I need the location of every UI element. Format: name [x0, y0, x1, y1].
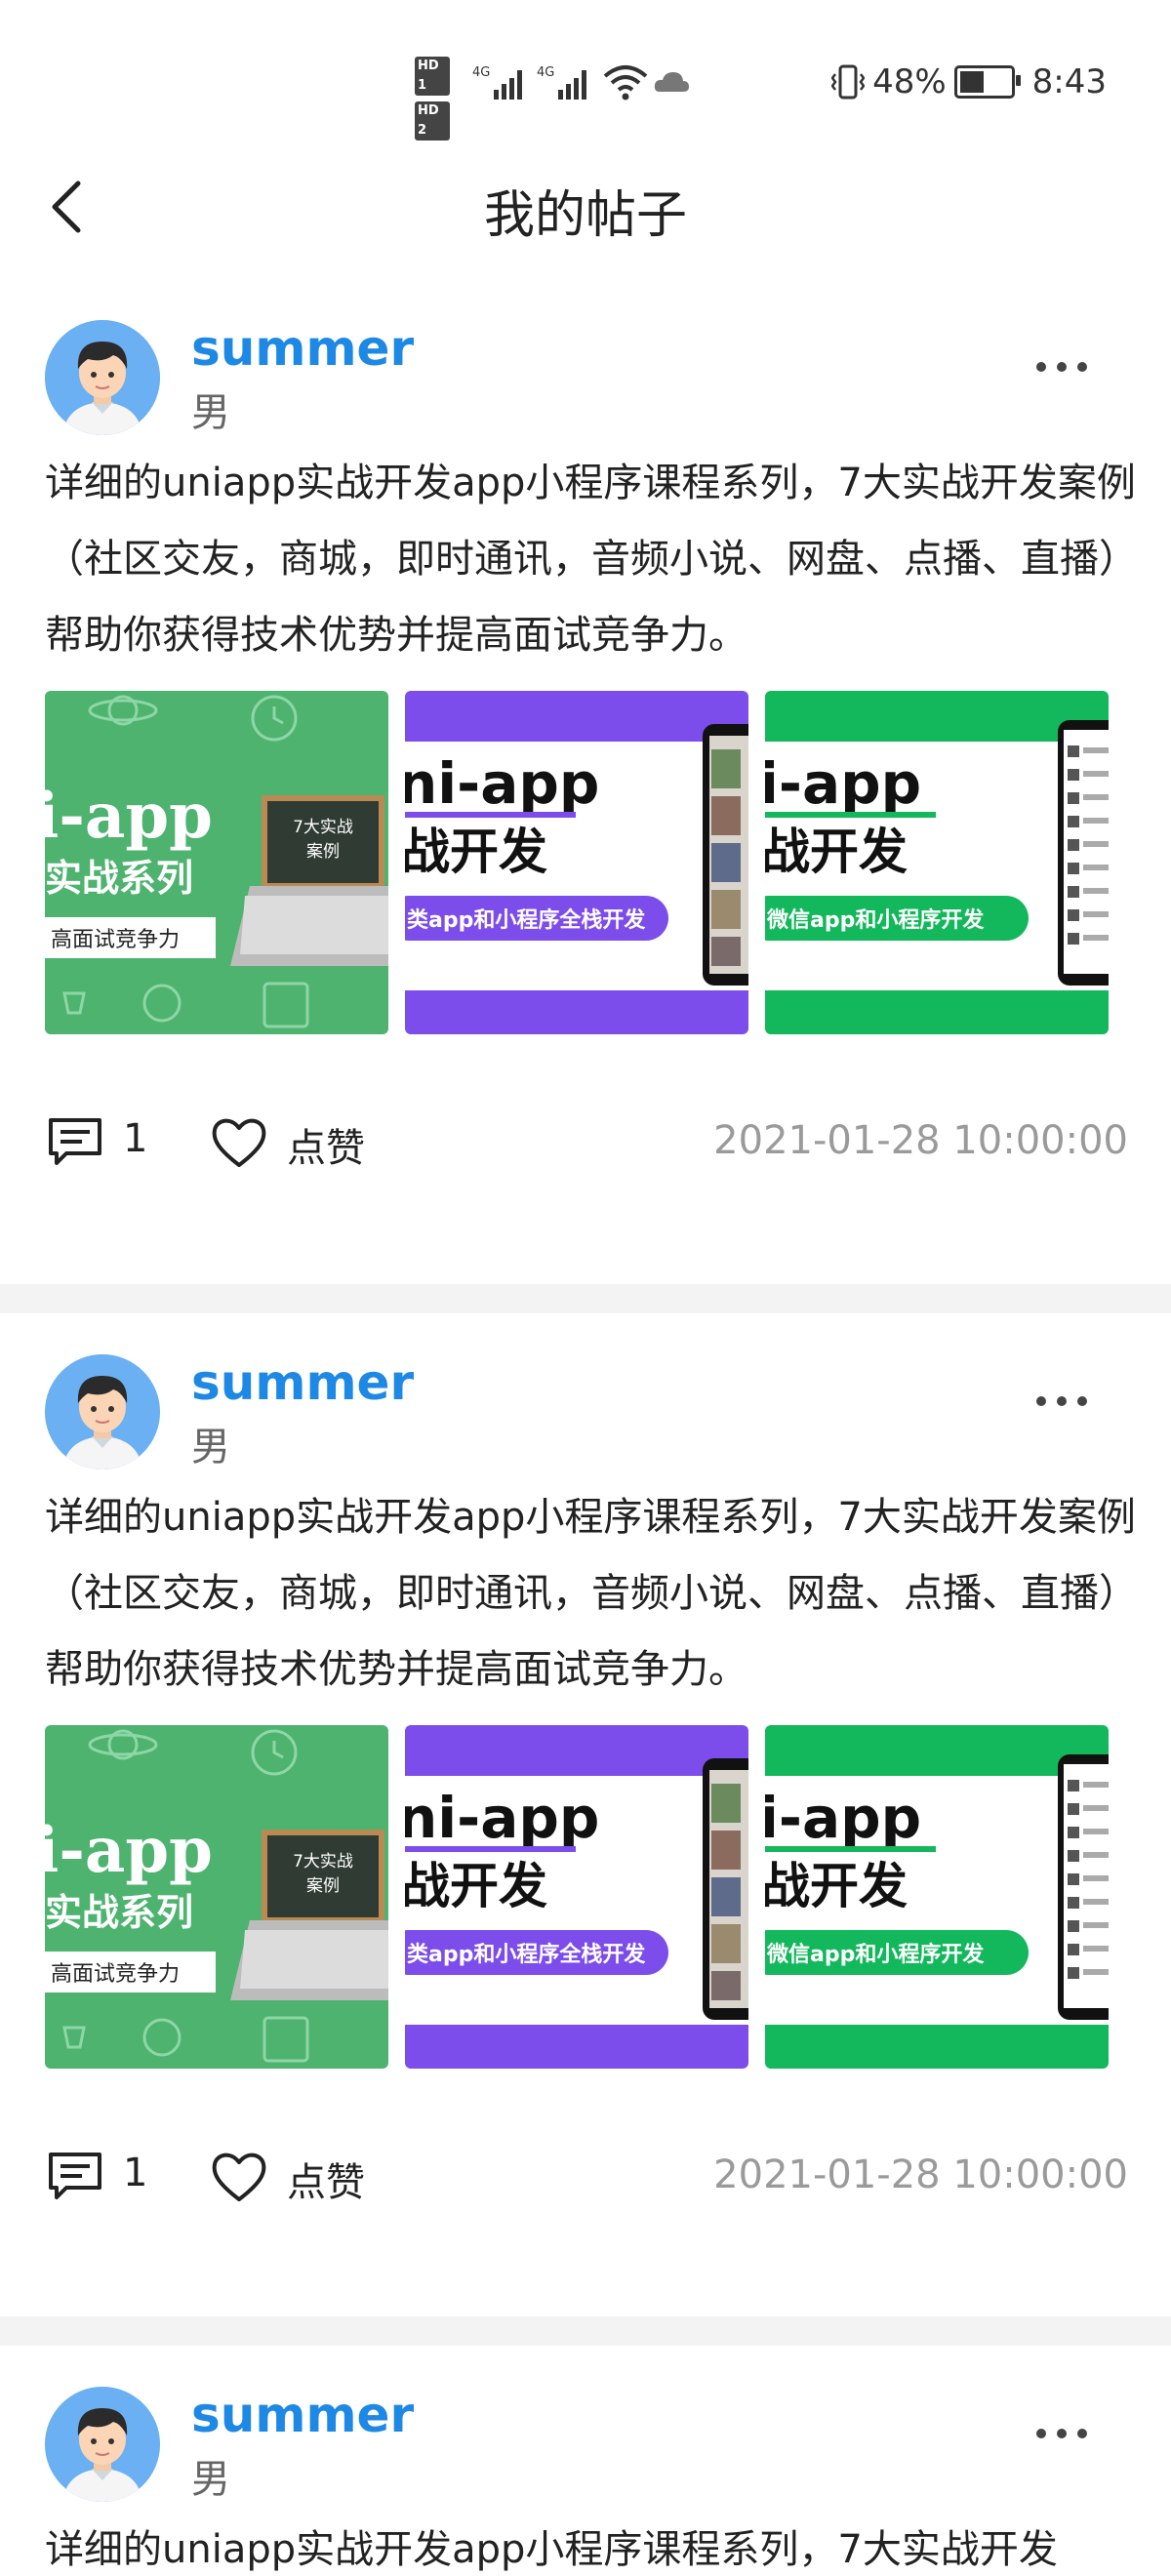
status-right: 48% 8:43 — [831, 62, 1107, 101]
battery-icon — [953, 65, 1021, 99]
thumb-tagline: 高面试竞争力 — [51, 1962, 180, 1987]
thumb-title: ni-app — [405, 1785, 599, 1851]
status-bar: HD 1 HD 2 4G 4G 48% 8:43 — [0, 0, 1171, 146]
like-label[interactable]: 点赞 — [287, 1116, 365, 1173]
board-text-2: 案例 — [306, 1876, 340, 1896]
gender-label: 男 — [191, 390, 230, 435]
hd-indicator: HD 1 HD 2 — [415, 57, 462, 146]
post-image[interactable]: 7大实战 案例 i-app 实战系列 高面试竞争力 — [45, 691, 388, 1034]
thumb-subtitle: 实战系列 — [45, 1891, 193, 1934]
vibrate-icon — [831, 64, 866, 100]
post-image[interactable]: 7大实战 案例 i-app 实战系列 高面试竞争力 — [45, 1725, 388, 2069]
thumb-subtitle: 战开发 — [765, 1858, 908, 1914]
nav-bar: 我的帖子 — [0, 146, 1171, 263]
like-heart-icon[interactable] — [209, 1112, 269, 1173]
thumb-subtitle: 战开发 — [405, 824, 547, 880]
hd1-badge: HD 1 — [415, 57, 450, 96]
post-image[interactable]: i-app 战开发 微信app和小程序开发 — [765, 691, 1109, 1034]
thumb-tagline: 类app和小程序全栈开发 — [407, 1942, 646, 1967]
wifi-icon — [603, 65, 648, 101]
thumb-tagline: 高面试竞争力 — [51, 928, 180, 952]
hd2-badge: HD 2 — [415, 101, 450, 141]
signal-1-icon: 4G — [472, 65, 522, 100]
post-content[interactable]: 详细的uniapp实战开发app小程序课程系列，7大实战开发 — [45, 2512, 1138, 2576]
more-options-button[interactable] — [1036, 357, 1105, 386]
post-content[interactable]: 详细的uniapp实战开发app小程序课程系列，7大实战开发案例（社区交友，商城… — [45, 445, 1138, 673]
gender-label: 男 — [191, 2457, 230, 2502]
svg-text:4G: 4G — [537, 65, 554, 80]
comment-count: 1 — [123, 2151, 148, 2195]
gender-label: 男 — [191, 1425, 230, 1469]
thumb-tagline: 微信app和小程序开发 — [766, 907, 985, 933]
post-actions: 1 点赞 2021-01-28 10:00:00 — [45, 1110, 1128, 1171]
post-divider — [0, 2316, 1171, 2346]
thumb-title: ni-app — [405, 750, 599, 817]
post-divider — [0, 1284, 1171, 1313]
like-heart-icon[interactable] — [209, 2147, 269, 2207]
svg-text:4G: 4G — [472, 65, 490, 80]
post-image[interactable]: i-app 战开发 微信app和小程序开发 — [765, 1725, 1109, 2069]
avatar[interactable] — [45, 1354, 160, 1469]
thumb-subtitle: 战开发 — [405, 1858, 547, 1914]
clock: 8:43 — [1031, 62, 1107, 101]
thumb-title: i-app — [765, 1785, 921, 1851]
post-card[interactable]: summer 男 详细的uniapp实战开发app小程序课程系列，7大实战开发案… — [0, 1313, 1171, 2309]
avatar[interactable] — [45, 2387, 160, 2502]
thumb-tagline: 类app和小程序全栈开发 — [407, 907, 646, 933]
signal-2-icon: 4G — [537, 65, 586, 100]
page-title: 我的帖子 — [483, 186, 687, 245]
post-time: 2021-01-28 10:00:00 — [713, 2153, 1128, 2197]
thumb-tagline: 微信app和小程序开发 — [766, 1942, 985, 1967]
board-text-1: 7大实战 — [293, 818, 353, 837]
board-text-2: 案例 — [306, 842, 340, 862]
thumb-title: i-app — [45, 1814, 213, 1887]
post-image[interactable]: ni-app 战开发 类app和小程序全栈开发 — [405, 691, 748, 1034]
post-content[interactable]: 详细的uniapp实战开发app小程序课程系列，7大实战开发案例（社区交友，商城… — [45, 1479, 1138, 1708]
thumb-subtitle: 实战系列 — [45, 857, 193, 900]
post-image[interactable]: ni-app 战开发 类app和小程序全栈开发 — [405, 1725, 748, 2069]
post-images: 7大实战 案例 i-app 实战系列 高面试竞争力 ni-app 战开发 类ap… — [45, 691, 1109, 1034]
username[interactable]: summer — [191, 1354, 414, 1411]
like-label[interactable]: 点赞 — [287, 2151, 365, 2207]
comment-count: 1 — [123, 1116, 148, 1161]
comment-icon[interactable] — [45, 2145, 105, 2205]
battery-percent: 48% — [872, 62, 947, 101]
board-text-1: 7大实战 — [293, 1852, 353, 1872]
post-card[interactable]: summer 男 详细的uniapp实战开发app小程序课程系列，7大实战开发案… — [0, 279, 1171, 1274]
post-time: 2021-01-28 10:00:00 — [713, 1118, 1128, 1163]
more-options-button[interactable] — [1036, 2424, 1105, 2453]
thumb-title: i-app — [45, 780, 213, 853]
username[interactable]: summer — [191, 320, 414, 377]
username[interactable]: summer — [191, 2387, 414, 2443]
post-actions: 1 点赞 2021-01-28 10:00:00 — [45, 2145, 1128, 2205]
post-card[interactable]: summer 男 详细的uniapp实战开发app小程序课程系列，7大实战开发 — [0, 2346, 1171, 2576]
avatar[interactable] — [45, 320, 160, 435]
post-images: 7大实战 案例 i-app 实战系列 高面试竞争力 ni-app 战开发 类ap… — [45, 1725, 1109, 2069]
cloud-icon — [654, 72, 689, 92]
comment-icon[interactable] — [45, 1110, 105, 1171]
thumb-subtitle: 战开发 — [765, 824, 908, 880]
thumb-title: i-app — [765, 750, 921, 817]
more-options-button[interactable] — [1036, 1391, 1105, 1421]
